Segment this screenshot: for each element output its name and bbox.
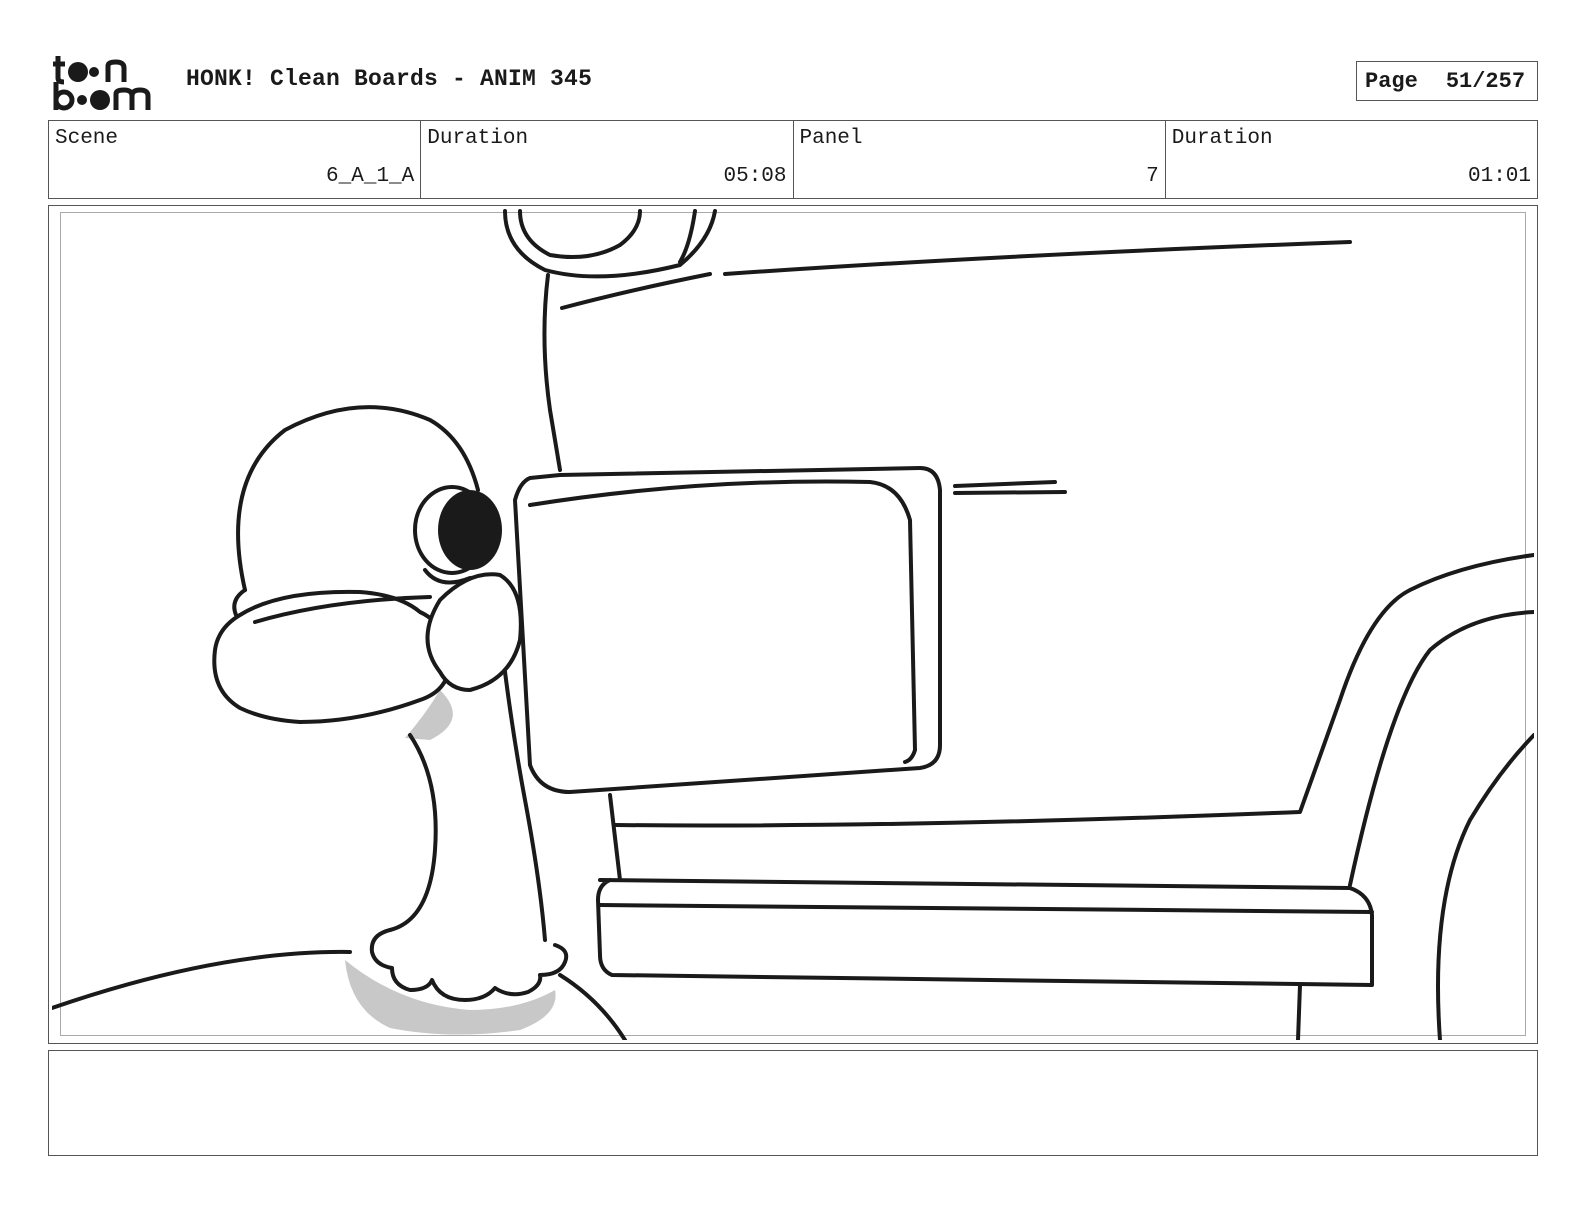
scene-value: 6_A_1_A <box>326 165 415 188</box>
page-indicator: Page 51/257 <box>1356 61 1538 101</box>
scene-info-row: Scene 6_A_1_A Duration 05:08 Panel 7 Dur… <box>48 120 1538 199</box>
panel-label: Panel <box>799 127 863 150</box>
scene-duration-value: 05:08 <box>723 165 787 188</box>
page-label: Page <box>1365 68 1418 94</box>
page-number: 51/257 <box>1445 68 1526 94</box>
notes-box <box>48 1050 1538 1156</box>
panel-cell: Panel 7 <box>794 121 1166 198</box>
storyboard-drawing <box>52 209 1534 1040</box>
scene-duration-label: Duration <box>427 127 529 150</box>
panel-duration-label: Duration <box>1171 127 1273 150</box>
panel-duration-cell: Duration 01:01 <box>1166 121 1537 198</box>
toon-boom-logo <box>53 56 151 111</box>
board-title: HONK! Clean Boards - ANIM 345 <box>186 66 593 92</box>
panel-duration-value: 01:01 <box>1467 165 1531 188</box>
panel-value: 7 <box>1146 165 1159 188</box>
scene-cell: Scene 6_A_1_A <box>49 121 422 198</box>
scene-label: Scene <box>55 127 119 150</box>
scene-duration-cell: Duration 05:08 <box>421 121 794 198</box>
